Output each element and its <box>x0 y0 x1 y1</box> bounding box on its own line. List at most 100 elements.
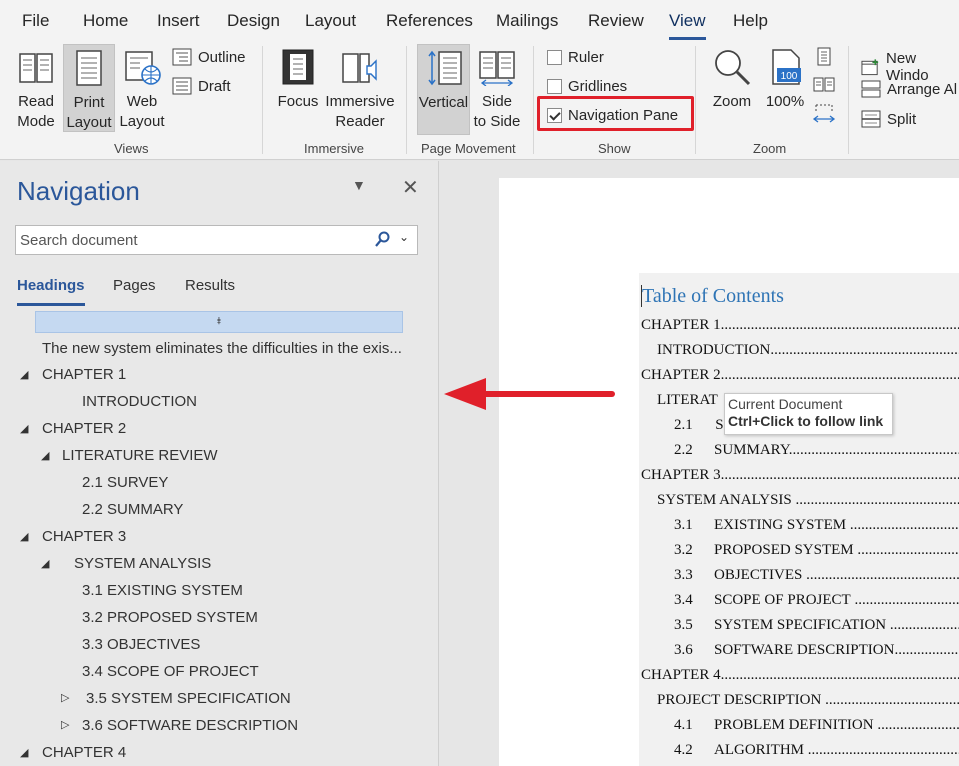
heading-item[interactable]: CHAPTER 4 <box>42 744 126 761</box>
group-separator <box>695 46 696 154</box>
read-mode-label-2: Mode <box>17 113 55 130</box>
immersive-group-label: Immersive <box>304 141 364 156</box>
heading-item[interactable]: 3.3 OBJECTIVES <box>82 636 200 653</box>
toc-entry-text: SUMMARY <box>714 442 789 458</box>
tab-headings[interactable]: Headings <box>17 277 85 306</box>
heading-item[interactable]: CHAPTER 3 <box>42 528 126 545</box>
toc-entry-number: 4.2 <box>674 742 693 758</box>
tab-layout[interactable]: Layout <box>305 11 356 31</box>
tab-references[interactable]: References <box>386 11 473 31</box>
close-icon[interactable]: ✕ <box>402 175 419 200</box>
toc-entry[interactable]: 2.2 SUMMARY..............................… <box>674 442 959 459</box>
gridlines-checkbox-box[interactable] <box>547 79 562 94</box>
heading-item[interactable]: The new system eliminates the difficulti… <box>42 340 402 357</box>
page-100-icon-text: 100 <box>781 71 798 82</box>
toc-entry[interactable]: CHAPTER 3...............................… <box>641 467 959 484</box>
toc-entry[interactable]: 3.6 SOFTWARE DESCRIPTION.................… <box>674 642 959 659</box>
toc-entry[interactable]: INTRODUCTION............................… <box>657 342 959 359</box>
tab-mailings[interactable]: Mailings <box>496 11 558 31</box>
search-input[interactable] <box>16 226 356 254</box>
toc-entry-text: S <box>715 417 724 433</box>
toc-entry-number: 3.4 <box>674 592 693 608</box>
toc-entry[interactable]: 2.1 S <box>674 417 724 434</box>
heading-item[interactable]: 3.2 PROPOSED SYSTEM <box>82 609 258 626</box>
toc-entry[interactable]: LITERAT <box>657 392 723 409</box>
zoom-button[interactable]: Zoom <box>708 48 756 132</box>
zoom-100-button[interactable]: 100 100% <box>762 48 808 132</box>
side-to-side-icon <box>479 51 515 87</box>
draft-button[interactable]: Draft <box>172 77 231 95</box>
multiple-pages-button[interactable] <box>812 75 836 100</box>
page-width-icon <box>812 104 836 123</box>
toc-entry[interactable]: SYSTEM ANALYSIS ........................… <box>657 492 959 509</box>
toc-entry[interactable]: 4.1 PROBLEM DEFINITION ..................… <box>674 717 959 734</box>
heading-item[interactable]: 2.1 SURVEY <box>82 474 168 491</box>
toc-entry[interactable]: 4.2 ALGORITHM ...........................… <box>674 742 959 759</box>
tab-design[interactable]: Design <box>227 11 280 31</box>
tab-review[interactable]: Review <box>588 11 644 31</box>
toc-entry[interactable]: CHAPTER 1...............................… <box>641 317 959 334</box>
search-icon[interactable] <box>375 231 391 254</box>
heading-item[interactable]: SYSTEM ANALYSIS <box>74 555 211 572</box>
read-mode-button[interactable]: Read Mode <box>10 48 62 132</box>
collapse-triangle-icon[interactable]: ◢ <box>41 449 49 462</box>
heading-item[interactable]: 2.2 SUMMARY <box>82 501 183 518</box>
ruler-checkbox[interactable]: Ruler <box>547 49 604 66</box>
toc-entry[interactable]: 3.5 SYSTEM SPECIFICATION ................… <box>674 617 959 634</box>
tab-view[interactable]: View <box>669 11 706 40</box>
arrange-all-button[interactable]: Arrange Al <box>861 80 957 98</box>
vertical-button[interactable]: Vertical <box>417 44 470 135</box>
chevron-down-icon[interactable]: ⌄ <box>399 230 409 244</box>
toc-entry[interactable]: 3.1 EXISTING SYSTEM .....................… <box>674 517 959 534</box>
tab-help[interactable]: Help <box>733 11 768 31</box>
expand-triangle-icon[interactable]: ▷ <box>61 691 69 704</box>
heading-item[interactable]: CHAPTER 1 <box>42 366 126 383</box>
read-mode-label-1: Read <box>18 93 54 110</box>
heading-item[interactable]: CHAPTER 2 <box>42 420 126 437</box>
toc-entry[interactable]: CHAPTER 2...............................… <box>641 367 959 384</box>
table-of-contents[interactable]: Table of Contents CHAPTER 1.............… <box>639 273 959 766</box>
heading-item[interactable]: INTRODUCTION <box>82 393 197 410</box>
toc-entry-number: 3.5 <box>674 617 693 633</box>
ruler-checkbox-box[interactable] <box>547 50 562 65</box>
one-page-button[interactable] <box>814 46 834 73</box>
immersive-reader-button[interactable]: Immersive Reader <box>324 48 396 132</box>
web-layout-button[interactable]: Web Layout <box>116 48 168 132</box>
collapse-triangle-icon[interactable]: ◢ <box>20 530 28 543</box>
heading-item[interactable]: 3.5 SYSTEM SPECIFICATION <box>86 690 291 707</box>
pane-options-icon[interactable]: ▼ <box>352 177 366 193</box>
toc-entry[interactable]: CHAPTER 4...............................… <box>641 667 959 684</box>
split-label: Split <box>887 110 917 128</box>
new-window-button[interactable]: New Windo <box>861 50 959 84</box>
search-box: ⌄ <box>15 225 418 255</box>
heading-item[interactable]: LITERATURE REVIEW <box>62 447 218 464</box>
outline-button[interactable]: Outline <box>172 48 246 66</box>
print-layout-button[interactable]: Print Layout <box>63 44 115 132</box>
tab-pages[interactable]: Pages <box>113 277 156 294</box>
toc-entry[interactable]: 3.2 PROPOSED SYSTEM .....................… <box>674 542 959 559</box>
toc-entry[interactable]: PROJECT DESCRIPTION ....................… <box>657 692 959 709</box>
side-to-side-button[interactable]: Side to Side <box>472 48 522 132</box>
collapse-triangle-icon[interactable]: ◢ <box>20 422 28 435</box>
document-area[interactable]: Table of Contents CHAPTER 1.............… <box>440 161 959 766</box>
toc-entry[interactable]: 3.3 OBJECTIVES ..........................… <box>674 567 959 584</box>
toc-entry[interactable]: 3.4 SCOPE OF PROJECT ....................… <box>674 592 959 609</box>
collapse-triangle-icon[interactable]: ◢ <box>20 368 28 381</box>
document-page[interactable]: Table of Contents CHAPTER 1.............… <box>499 178 959 766</box>
heading-item[interactable]: 3.6 SOFTWARE DESCRIPTION <box>82 717 298 734</box>
jump-to-beginning-bar[interactable]: ⯒ <box>35 311 403 333</box>
heading-item[interactable]: 3.1 EXISTING SYSTEM <box>82 582 243 599</box>
tab-insert[interactable]: Insert <box>157 11 200 31</box>
split-button[interactable]: Split <box>861 110 916 128</box>
tab-home[interactable]: Home <box>83 11 128 31</box>
tab-results[interactable]: Results <box>185 277 235 294</box>
gridlines-checkbox[interactable]: Gridlines <box>547 78 627 95</box>
expand-triangle-icon[interactable]: ▷ <box>61 718 69 731</box>
collapse-triangle-icon[interactable]: ◢ <box>41 557 49 570</box>
collapse-triangle-icon[interactable]: ◢ <box>20 746 28 759</box>
heading-item[interactable]: 3.4 SCOPE OF PROJECT <box>82 663 259 680</box>
focus-button[interactable]: Focus <box>275 48 321 132</box>
tab-file[interactable]: File <box>22 11 49 31</box>
toc-entry-number: 3.3 <box>674 567 693 583</box>
page-width-button[interactable] <box>812 103 836 130</box>
